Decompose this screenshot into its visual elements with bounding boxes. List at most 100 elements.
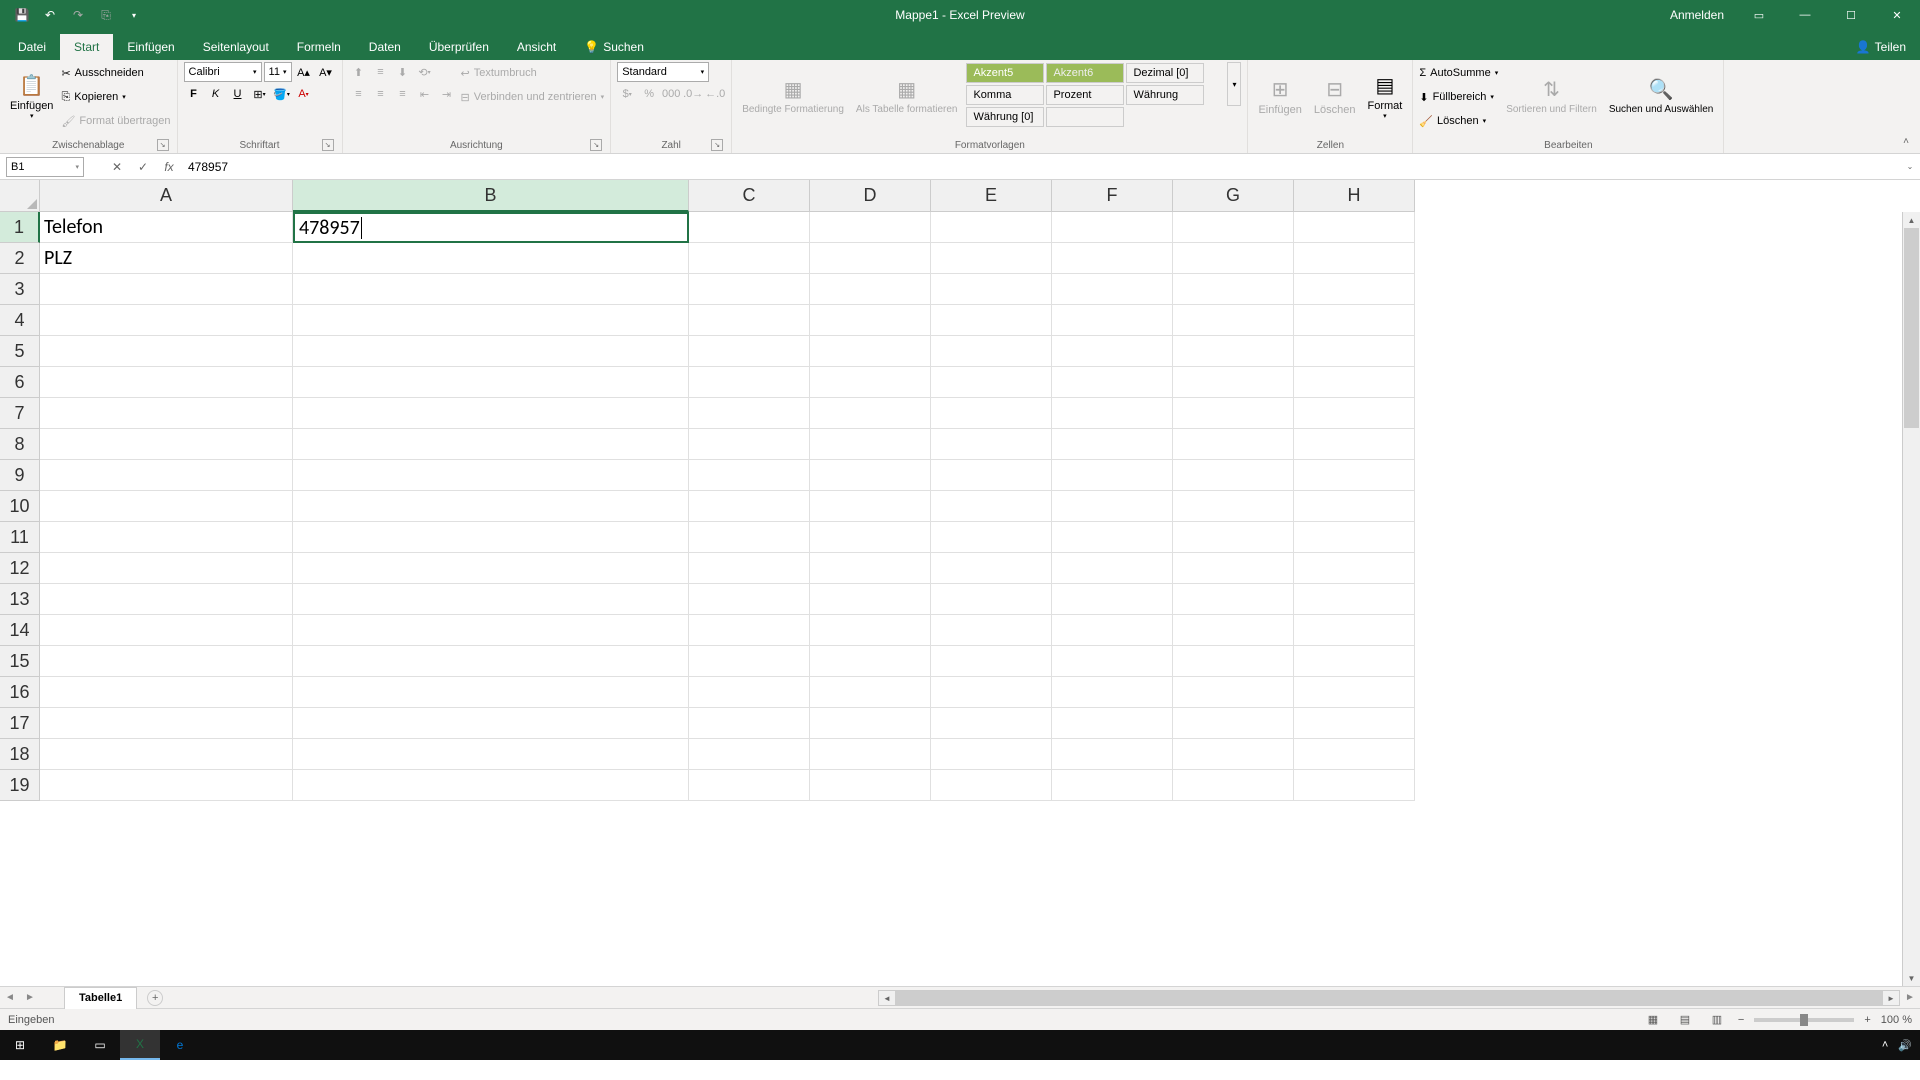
row-header-4[interactable]: 4: [0, 305, 40, 336]
cell-G5[interactable]: [1173, 336, 1294, 367]
cell-H4[interactable]: [1294, 305, 1415, 336]
cell-E17[interactable]: [931, 708, 1052, 739]
cell-D8[interactable]: [810, 429, 931, 460]
cell-G4[interactable]: [1173, 305, 1294, 336]
cell-A11[interactable]: [40, 522, 293, 553]
align-center-icon[interactable]: ≡: [371, 84, 391, 104]
collapse-ribbon-icon[interactable]: ˄: [1898, 133, 1914, 149]
cell-A12[interactable]: [40, 553, 293, 584]
cell-B18[interactable]: [293, 739, 689, 770]
cell-C4[interactable]: [689, 305, 810, 336]
normal-view-icon[interactable]: ▦: [1642, 1011, 1664, 1029]
sheet-tab-1[interactable]: Tabelle1: [64, 987, 137, 1009]
align-right-icon[interactable]: ≡: [393, 84, 413, 104]
cell-E19[interactable]: [931, 770, 1052, 801]
scroll-up-icon[interactable]: ▲: [1903, 212, 1920, 228]
row-header-1[interactable]: 1: [0, 212, 40, 243]
zoom-out-icon[interactable]: −: [1738, 1014, 1744, 1026]
cell-E13[interactable]: [931, 584, 1052, 615]
scroll-down-icon[interactable]: ▼: [1903, 970, 1920, 986]
sort-filter-button[interactable]: ⇅ Sortieren und Filtern: [1502, 62, 1601, 130]
start-menu-icon[interactable]: ⊞: [0, 1030, 40, 1060]
cell-A6[interactable]: [40, 367, 293, 398]
cell-A1[interactable]: Telefon: [40, 212, 293, 243]
cell-A9[interactable]: [40, 460, 293, 491]
touch-mode-icon[interactable]: ⎘: [94, 3, 118, 27]
zoom-in-icon[interactable]: +: [1864, 1014, 1870, 1026]
cell-G3[interactable]: [1173, 274, 1294, 305]
underline-button[interactable]: U: [228, 84, 248, 104]
cell-C5[interactable]: [689, 336, 810, 367]
cell-B10[interactable]: [293, 491, 689, 522]
row-header-3[interactable]: 3: [0, 274, 40, 305]
cell-E11[interactable]: [931, 522, 1052, 553]
cell-H2[interactable]: [1294, 243, 1415, 274]
cell-C19[interactable]: [689, 770, 810, 801]
fill-button[interactable]: ⬇Füllbereich▾: [1419, 86, 1498, 108]
cell-A4[interactable]: [40, 305, 293, 336]
zoom-thumb[interactable]: [1800, 1014, 1808, 1026]
cell-E16[interactable]: [931, 677, 1052, 708]
cancel-edit-icon[interactable]: ✕: [104, 157, 130, 177]
cell-C8[interactable]: [689, 429, 810, 460]
cell-H16[interactable]: [1294, 677, 1415, 708]
cell-B12[interactable]: [293, 553, 689, 584]
clear-button[interactable]: 🧹Löschen▾: [1419, 110, 1498, 132]
cell-E3[interactable]: [931, 274, 1052, 305]
cell-A16[interactable]: [40, 677, 293, 708]
cell-B3[interactable]: [293, 274, 689, 305]
cell-H13[interactable]: [1294, 584, 1415, 615]
close-icon[interactable]: ✕: [1874, 0, 1920, 30]
merge-center-button[interactable]: ⊟Verbinden und zentrieren▾: [461, 86, 605, 108]
col-header-G[interactable]: G: [1173, 180, 1294, 212]
cell-E14[interactable]: [931, 615, 1052, 646]
system-tray[interactable]: ˄ 🔊: [1882, 1039, 1912, 1052]
format-as-table-button[interactable]: ▦ Als Tabelle formatieren: [852, 62, 962, 130]
cell-H17[interactable]: [1294, 708, 1415, 739]
cell-A17[interactable]: [40, 708, 293, 739]
cell-E12[interactable]: [931, 553, 1052, 584]
tab-datei[interactable]: Datei: [4, 34, 60, 60]
cell-B8[interactable]: [293, 429, 689, 460]
style-prozent[interactable]: Prozent: [1046, 85, 1124, 105]
insert-cells-button[interactable]: ⊞ Einfügen: [1254, 62, 1305, 130]
styles-more-icon[interactable]: ▾: [1227, 62, 1241, 106]
cell-H3[interactable]: [1294, 274, 1415, 305]
col-header-F[interactable]: F: [1052, 180, 1173, 212]
cell-C2[interactable]: [689, 243, 810, 274]
cell-E6[interactable]: [931, 367, 1052, 398]
cell-F8[interactable]: [1052, 429, 1173, 460]
cell-G15[interactable]: [1173, 646, 1294, 677]
dialog-launcher-icon[interactable]: ↘: [157, 139, 169, 151]
cell-D1[interactable]: [810, 212, 931, 243]
cell-A14[interactable]: [40, 615, 293, 646]
cell-G14[interactable]: [1173, 615, 1294, 646]
cell-C10[interactable]: [689, 491, 810, 522]
cell-D6[interactable]: [810, 367, 931, 398]
cell-G8[interactable]: [1173, 429, 1294, 460]
style-empty[interactable]: [1046, 107, 1124, 127]
qat-customize-icon[interactable]: ▾: [122, 3, 146, 27]
redo-icon[interactable]: ↷: [66, 3, 90, 27]
percent-icon[interactable]: %: [639, 84, 659, 104]
border-button[interactable]: ⊞▾: [250, 84, 270, 104]
tab-seitenlayout[interactable]: Seitenlayout: [189, 34, 283, 60]
bold-button[interactable]: F: [184, 84, 204, 104]
cell-F17[interactable]: [1052, 708, 1173, 739]
row-header-13[interactable]: 13: [0, 584, 40, 615]
cell-B7[interactable]: [293, 398, 689, 429]
cell-F2[interactable]: [1052, 243, 1173, 274]
cell-C11[interactable]: [689, 522, 810, 553]
cell-H15[interactable]: [1294, 646, 1415, 677]
cell-B15[interactable]: [293, 646, 689, 677]
cell-H7[interactable]: [1294, 398, 1415, 429]
conditional-formatting-button[interactable]: ▦ Bedingte Formatierung: [738, 62, 848, 130]
cell-C18[interactable]: [689, 739, 810, 770]
cell-F19[interactable]: [1052, 770, 1173, 801]
cell-A13[interactable]: [40, 584, 293, 615]
tab-ansicht[interactable]: Ansicht: [503, 34, 570, 60]
dialog-launcher-icon[interactable]: ↘: [590, 139, 602, 151]
ribbon-display-icon[interactable]: ▭: [1736, 0, 1782, 30]
cell-E2[interactable]: [931, 243, 1052, 274]
vertical-scrollbar[interactable]: ▲ ▼: [1902, 212, 1920, 986]
